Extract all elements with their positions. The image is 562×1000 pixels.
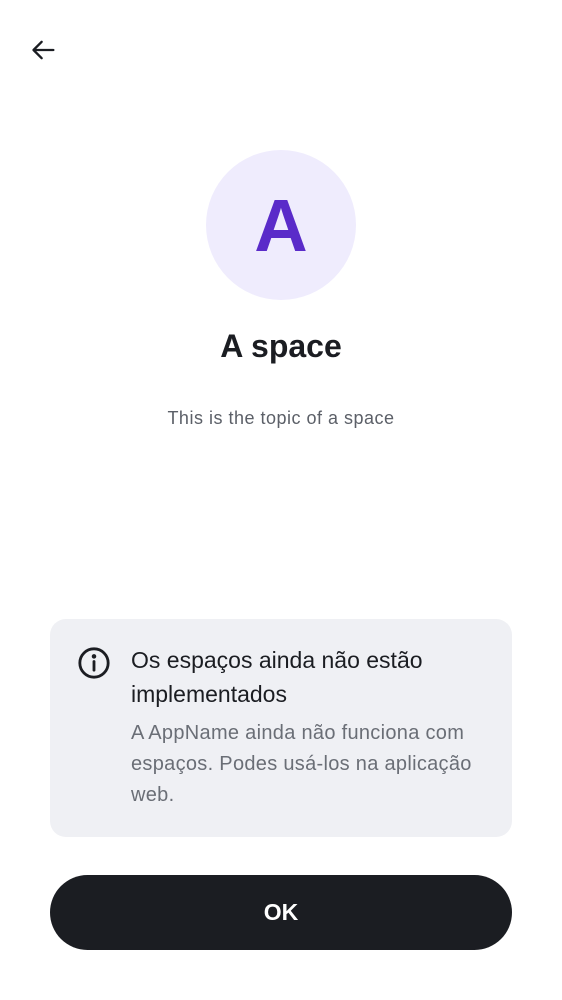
back-button[interactable] xyxy=(22,28,66,72)
avatar-letter: A xyxy=(254,184,308,267)
space-name: A space xyxy=(220,328,342,364)
notice-body: A AppName ainda não funciona com espaços… xyxy=(131,722,472,806)
space-avatar: A xyxy=(206,150,356,300)
notice-title: Os espaços ainda não estão implementados xyxy=(131,647,423,707)
info-icon xyxy=(78,647,110,679)
arrow-left-icon xyxy=(32,40,55,60)
ok-button[interactable]: OK xyxy=(50,875,512,950)
space-topic: This is the topic of a space xyxy=(167,408,395,428)
spaces-notice-card: Os espaços ainda não estão implementados… xyxy=(50,619,512,837)
